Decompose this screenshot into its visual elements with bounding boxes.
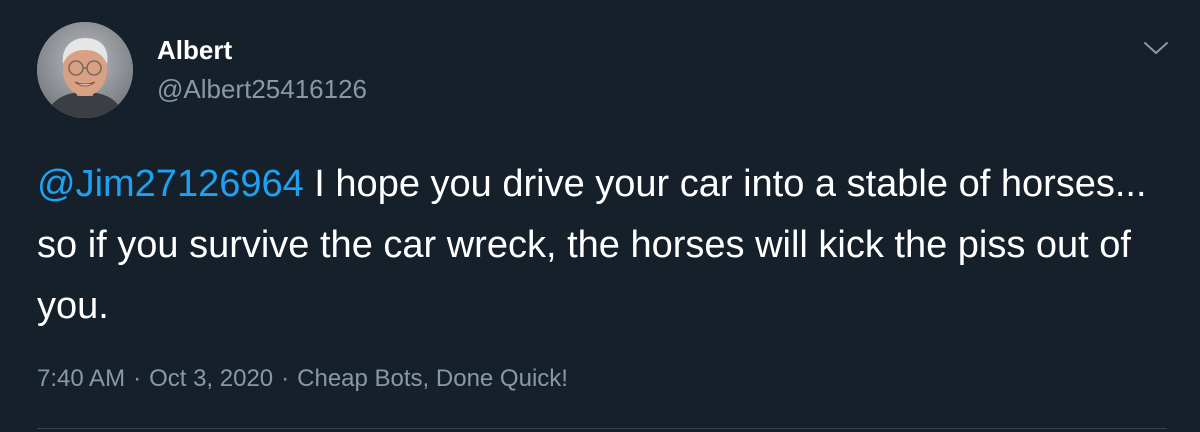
- tweet-date-link[interactable]: Oct 3, 2020: [149, 365, 273, 392]
- tweet-meta: 7:40 AM · Oct 3, 2020 · Cheap Bots, Done Qui…: [37, 363, 568, 395]
- meta-separator: ·: [133, 365, 142, 392]
- mention-link[interactable]: @Jim27126964: [37, 163, 304, 205]
- tweet-time-link[interactable]: 7:40 AM: [37, 365, 125, 392]
- divider: [37, 428, 1167, 429]
- author-display-name[interactable]: Albert: [157, 34, 232, 66]
- meta-separator: ·: [281, 365, 290, 392]
- chevron-down-icon: [1144, 42, 1168, 54]
- avatar[interactable]: [37, 22, 133, 118]
- avatar-photo: [37, 22, 133, 118]
- author-handle[interactable]: @Albert25416126: [157, 73, 367, 105]
- tweet-card: Albert @Albert25416126 @Jim27126964 I ho…: [0, 0, 1200, 432]
- tweet-menu-button[interactable]: [1138, 30, 1174, 66]
- tweet-text: @Jim27126964 I hope you drive your car i…: [37, 154, 1167, 337]
- tweet-source-link[interactable]: Cheap Bots, Done Quick!: [297, 365, 568, 392]
